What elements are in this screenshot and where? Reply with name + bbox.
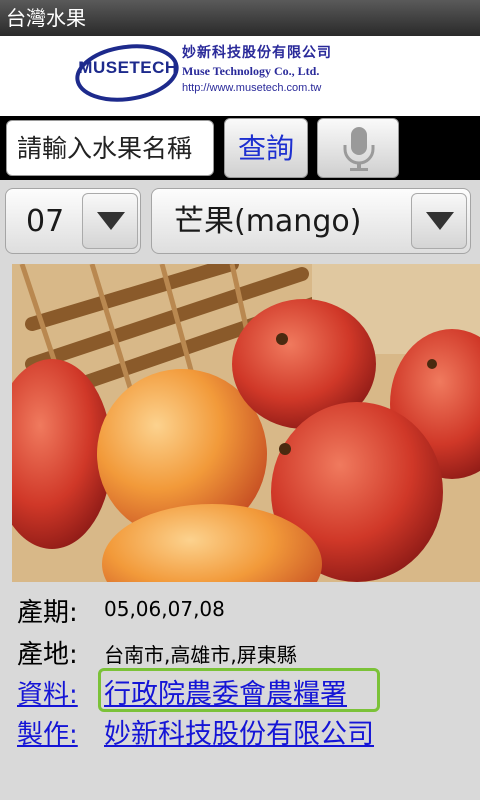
company-name-en: Muse Technology Co., Ltd.	[182, 64, 320, 78]
month-value: 07	[26, 204, 65, 239]
maker-label-link[interactable]: 製作:	[17, 714, 78, 751]
season-label: 產期:	[17, 598, 78, 628]
origin-value: 台南市,高雄市,屏東縣	[104, 643, 297, 667]
company-logo: MUSETECH	[78, 58, 178, 77]
origin-label: 產地:	[17, 640, 78, 670]
season-value: 05,06,07,08	[104, 597, 225, 621]
triangle-down-icon	[426, 212, 454, 230]
company-banner[interactable]: MUSETECH 妙新科技股份有限公司 Muse Technology Co.,…	[0, 36, 480, 118]
app-title: 台灣水果	[6, 6, 86, 30]
fruit-dropdown[interactable]: 芒果(mango)	[151, 188, 471, 254]
fruit-dropdown-arrow[interactable]	[411, 193, 467, 249]
source-link[interactable]: 行政院農委會農糧署	[104, 672, 347, 711]
triangle-down-icon	[97, 212, 125, 230]
company-name-cn: 妙新科技股份有限公司	[182, 45, 332, 61]
app-title-bar: 台灣水果	[0, 0, 480, 36]
month-dropdown[interactable]: 07	[5, 188, 141, 254]
search-bar: 請輸入水果名稱 查詢	[0, 116, 480, 180]
month-dropdown-arrow[interactable]	[82, 193, 138, 249]
fruit-value: 芒果(mango)	[174, 204, 362, 239]
company-url[interactable]: http://www.musetech.com.tw	[182, 82, 321, 94]
voice-search-button[interactable]	[317, 118, 399, 178]
source-label-link[interactable]: 資料:	[17, 674, 78, 711]
maker-link[interactable]: 妙新科技股份有限公司	[104, 712, 374, 751]
search-button[interactable]: 查詢	[224, 118, 308, 178]
fruit-photo	[12, 264, 480, 582]
fruit-search-input[interactable]: 請輸入水果名稱	[6, 120, 214, 176]
microphone-icon	[343, 127, 375, 171]
mango-photo-illustration	[12, 264, 480, 582]
